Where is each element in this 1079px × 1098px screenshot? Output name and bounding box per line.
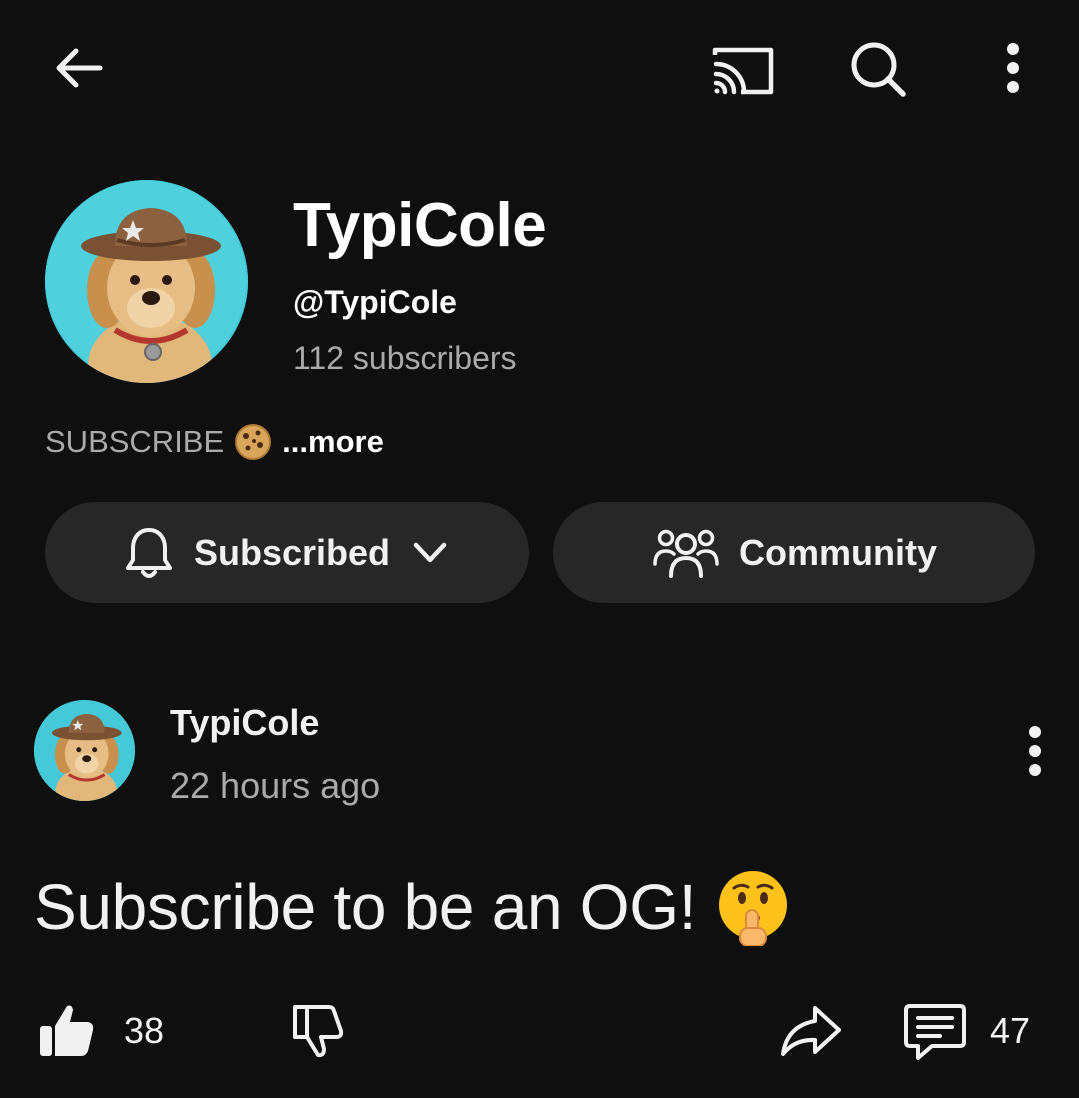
dog-cowboy-avatar-image <box>45 180 248 383</box>
post-body: Subscribe to be an OG! <box>34 862 792 952</box>
share-arrow-icon <box>781 1006 841 1056</box>
post-author-avatar[interactable] <box>34 700 135 801</box>
cast-icon <box>712 47 774 95</box>
post-timestamp: 22 hours ago <box>170 765 381 806</box>
arrow-left-icon <box>56 48 103 88</box>
cast-button[interactable] <box>700 34 784 106</box>
search-button[interactable] <box>838 30 920 110</box>
like-button[interactable] <box>30 995 102 1065</box>
back-button[interactable] <box>40 30 116 106</box>
like-count: 38 <box>124 1010 165 1051</box>
share-button[interactable] <box>770 995 850 1065</box>
search-icon <box>851 42 906 97</box>
subscriber-count: 112 subscribers <box>293 340 517 376</box>
dislike-button[interactable] <box>280 995 352 1065</box>
description-text: SUBSCRIBE <box>45 424 225 459</box>
post-text: Subscribe to be an OG! <box>34 871 697 943</box>
cookie-emoji-icon <box>234 423 272 461</box>
people-group-icon <box>653 529 719 578</box>
comment-count: 47 <box>990 1010 1031 1051</box>
post-options-button[interactable] <box>1010 718 1060 784</box>
post-author-name[interactable]: TypiCole <box>170 702 319 744</box>
more-vert-icon <box>1029 726 1041 776</box>
thumbs-down-icon <box>293 1005 344 1058</box>
chevron-down-icon <box>413 542 447 562</box>
dog-cowboy-avatar-image <box>34 700 135 801</box>
channel-name: TypiCole <box>293 191 547 260</box>
comment-icon <box>904 1004 966 1060</box>
subscribed-button[interactable]: Subscribed <box>45 502 529 603</box>
shushing-face-emoji-icon <box>714 868 792 947</box>
more-vert-icon <box>1007 43 1019 93</box>
subscribed-label: Subscribed <box>193 531 391 573</box>
thumbs-up-filled-icon <box>40 1005 94 1056</box>
comments-button[interactable] <box>895 995 975 1067</box>
community-button[interactable]: Community <box>553 502 1035 603</box>
channel-description[interactable]: SUBSCRIBE ...more <box>45 420 384 464</box>
channel-handle: @TypiCole <box>293 284 457 320</box>
more-options-button[interactable] <box>986 34 1040 102</box>
channel-avatar[interactable] <box>45 180 248 383</box>
community-label: Community <box>739 531 937 573</box>
channel-page: TypiCole @TypiCole 112 subscribers SUBSC… <box>0 0 1079 1098</box>
bell-icon <box>125 527 172 578</box>
more-link[interactable]: ...more <box>282 424 384 460</box>
